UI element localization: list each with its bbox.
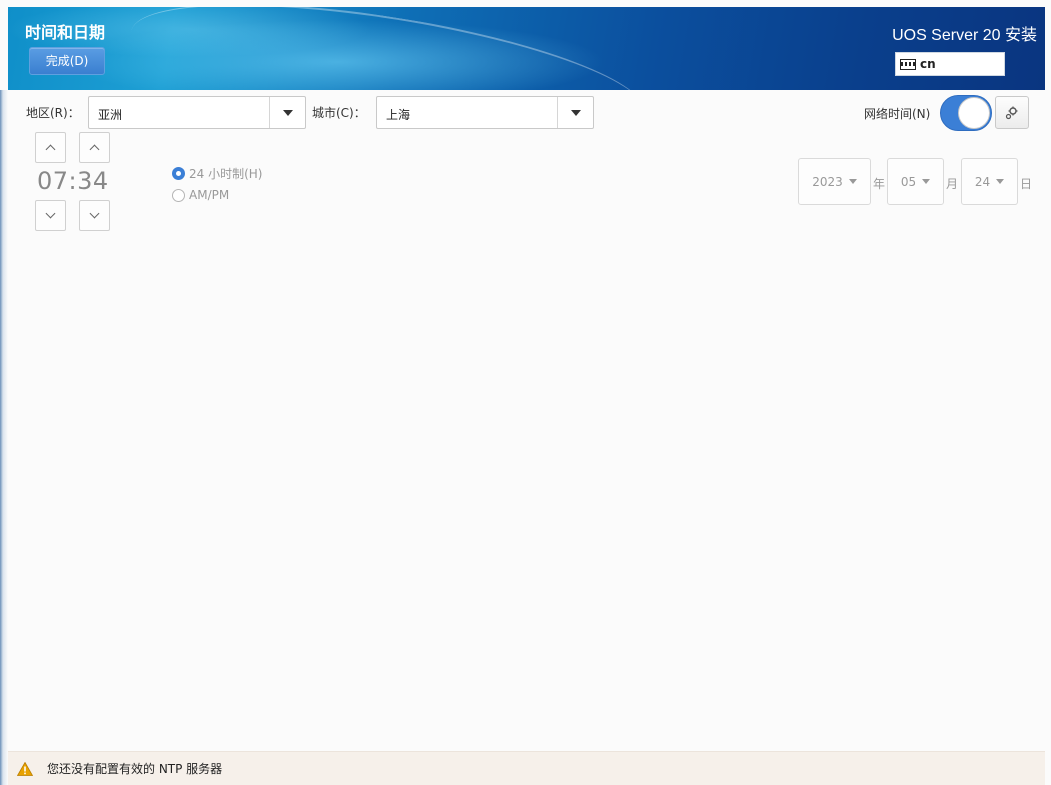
month-unit: 月	[946, 177, 959, 191]
header-banner: 时间和日期 完成(D) UOS Server 20 安装 cn	[8, 7, 1045, 90]
caret-down-icon	[282, 109, 293, 116]
city-dropdown[interactable]: 上海	[376, 96, 594, 129]
day-value: 24	[974, 174, 991, 189]
format-ampm-option[interactable]: AM/PM	[172, 188, 229, 202]
city-label: 城市(C)：	[312, 106, 366, 120]
chevron-up-icon	[45, 144, 56, 155]
done-button[interactable]: 完成(D)	[29, 47, 105, 75]
chevron-up-icon	[89, 144, 100, 155]
year-dropdown[interactable]: 2023	[798, 158, 871, 205]
installer-window: 时间和日期 完成(D) UOS Server 20 安装 cn 地区(R)： 亚…	[0, 0, 1051, 785]
format-24h-radio[interactable]	[172, 167, 185, 180]
year-unit: 年	[873, 177, 886, 191]
toggle-knob	[958, 97, 990, 129]
city-dropdown-button[interactable]	[557, 97, 593, 128]
minute-up-button[interactable]	[79, 132, 110, 163]
warning-icon	[17, 761, 33, 776]
gear-icon	[1005, 106, 1018, 119]
hour-up-button[interactable]	[35, 132, 66, 163]
keyboard-icon	[900, 58, 916, 70]
status-message: 您还没有配置有效的 NTP 服务器	[47, 762, 223, 776]
minute-down-button[interactable]	[79, 200, 110, 231]
day-dropdown[interactable]: 24	[961, 158, 1018, 205]
page-title: 时间和日期	[25, 23, 106, 42]
chevron-down-icon	[45, 208, 56, 219]
format-24h-option[interactable]: 24 小时制(H)	[172, 165, 262, 182]
status-bar: 您还没有配置有效的 NTP 服务器	[8, 751, 1045, 785]
city-value: 上海	[386, 108, 411, 122]
hour-down-button[interactable]	[35, 200, 66, 231]
caret-down-icon	[996, 179, 1005, 184]
year-value: 2023	[812, 174, 843, 189]
region-value: 亚洲	[98, 108, 123, 122]
format-ampm-radio[interactable]	[172, 188, 185, 202]
format-ampm-label: AM/PM	[189, 188, 230, 202]
time-display: 07:34	[37, 167, 109, 195]
banner-decoration	[122, 7, 654, 90]
month-dropdown[interactable]: 05	[887, 158, 944, 205]
chevron-down-icon	[89, 208, 100, 219]
network-time-label: 网络时间(N)	[864, 107, 931, 121]
product-title: UOS Server 20 安装	[892, 27, 1037, 44]
month-value: 05	[900, 174, 917, 189]
caret-down-icon	[848, 179, 857, 184]
region-dropdown-button[interactable]	[269, 97, 305, 128]
keyboard-layout-indicator[interactable]: cn	[895, 52, 1005, 76]
day-unit: 日	[1020, 177, 1033, 191]
format-24h-label: 24 小时制(H)	[189, 167, 263, 181]
ntp-settings-button[interactable]	[995, 96, 1029, 129]
keyboard-layout-label: cn	[920, 57, 936, 71]
window-edge	[0, 90, 8, 785]
network-time-toggle[interactable]	[940, 95, 992, 131]
region-dropdown[interactable]: 亚洲	[88, 96, 306, 129]
region-label: 地区(R)：	[26, 106, 80, 120]
caret-down-icon	[570, 109, 581, 116]
caret-down-icon	[922, 179, 931, 184]
